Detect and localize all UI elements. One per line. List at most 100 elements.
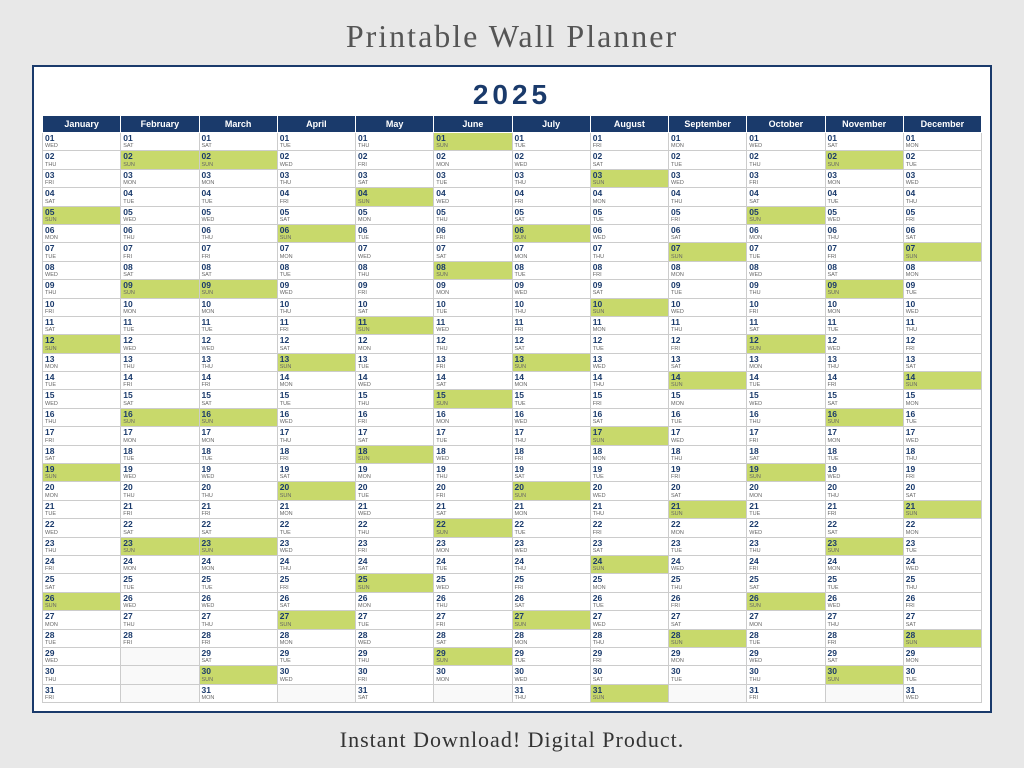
day-of-week: SAT bbox=[906, 493, 979, 499]
day-number: 08 bbox=[593, 263, 666, 272]
day-of-week: TUE bbox=[906, 548, 979, 554]
month-header-sep: September bbox=[669, 116, 747, 133]
calendar-cell: 05WED bbox=[121, 206, 199, 224]
day-of-week: SAT bbox=[202, 658, 275, 664]
calendar-cell: 09THU bbox=[747, 280, 825, 298]
day-of-week: TUE bbox=[906, 162, 979, 168]
day-of-week: SAT bbox=[280, 474, 353, 480]
calendar-cell: 04THU bbox=[903, 188, 981, 206]
day-of-week: THU bbox=[749, 548, 822, 554]
calendar-cell: 24TUE bbox=[434, 555, 512, 573]
day-of-week: SAT bbox=[45, 199, 118, 205]
day-number: 13 bbox=[828, 355, 901, 364]
day-of-week: MON bbox=[515, 640, 588, 646]
calendar-cell: 23THU bbox=[43, 537, 121, 555]
calendar-cell: 11TUE bbox=[199, 316, 277, 334]
calendar-cell: 21FRI bbox=[825, 500, 903, 518]
day-number: 18 bbox=[671, 447, 744, 456]
day-number: 16 bbox=[515, 410, 588, 419]
calendar-cell: 01FRI bbox=[590, 133, 668, 151]
day-number: 06 bbox=[671, 226, 744, 235]
day-of-week: FRI bbox=[671, 217, 744, 223]
day-number: 19 bbox=[202, 465, 275, 474]
day-number: 12 bbox=[671, 336, 744, 345]
day-number: 21 bbox=[123, 502, 196, 511]
day-number: 13 bbox=[123, 355, 196, 364]
calendar-cell: 16WED bbox=[277, 408, 355, 426]
day-number: 22 bbox=[202, 520, 275, 529]
calendar-cell: 21TUE bbox=[747, 500, 825, 518]
calendar-row: 20MON20THU20THU20SUN20TUE20FRI20SUN20WED… bbox=[43, 482, 982, 500]
calendar-row: 28TUE28FRI28FRI28MON28WED28SAT28MON28THU… bbox=[43, 629, 982, 647]
calendar-cell: 19SAT bbox=[277, 464, 355, 482]
day-of-week: FRI bbox=[280, 199, 353, 205]
calendar-cell: 13SAT bbox=[669, 353, 747, 371]
day-of-week: THU bbox=[358, 530, 431, 536]
calendar-cell: 01WED bbox=[747, 133, 825, 151]
day-number: 24 bbox=[828, 557, 901, 566]
day-of-week: SUN bbox=[45, 217, 118, 223]
day-of-week: TUE bbox=[280, 143, 353, 149]
day-of-week: SUN bbox=[45, 346, 118, 352]
calendar-cell: 26WED bbox=[121, 592, 199, 610]
day-of-week: THU bbox=[593, 254, 666, 260]
day-of-week: FRI bbox=[202, 511, 275, 517]
calendar-cell: 29WED bbox=[747, 647, 825, 665]
day-of-week: MON bbox=[749, 493, 822, 499]
calendar-cell: 14THU bbox=[590, 372, 668, 390]
calendar-cell: 03FRI bbox=[747, 169, 825, 187]
day-number: 08 bbox=[202, 263, 275, 272]
calendar-cell: 12WED bbox=[825, 335, 903, 353]
calendar-cell: 09WED bbox=[277, 280, 355, 298]
calendar-cell: 12WED bbox=[199, 335, 277, 353]
day-of-week: WED bbox=[906, 180, 979, 186]
calendar-cell: 02TUE bbox=[903, 151, 981, 169]
day-number: 05 bbox=[828, 208, 901, 217]
calendar-cell: 28MON bbox=[277, 629, 355, 647]
day-number: 29 bbox=[280, 649, 353, 658]
day-of-week: SUN bbox=[515, 364, 588, 370]
calendar-cell: 20THU bbox=[825, 482, 903, 500]
day-number: 15 bbox=[45, 391, 118, 400]
day-number: 18 bbox=[280, 447, 353, 456]
calendar-cell: 31MON bbox=[199, 684, 277, 702]
month-header-row: January February March April May June Ju… bbox=[43, 116, 982, 133]
day-number: 16 bbox=[358, 410, 431, 419]
day-number: 19 bbox=[749, 465, 822, 474]
day-number: 05 bbox=[593, 208, 666, 217]
day-of-week: FRI bbox=[358, 290, 431, 296]
day-of-week: WED bbox=[358, 254, 431, 260]
day-of-week: WED bbox=[515, 290, 588, 296]
day-number: 03 bbox=[515, 171, 588, 180]
day-number: 27 bbox=[515, 612, 588, 621]
calendar-cell: 02TUE bbox=[669, 151, 747, 169]
calendar-cell: 21FRI bbox=[199, 500, 277, 518]
calendar-cell: 18FRI bbox=[277, 445, 355, 463]
calendar-cell: 30TUE bbox=[669, 666, 747, 684]
day-of-week: THU bbox=[515, 309, 588, 315]
calendar-cell: 08MON bbox=[669, 261, 747, 279]
day-of-week: SAT bbox=[436, 254, 509, 260]
calendar-cell: 26SAT bbox=[512, 592, 590, 610]
calendar-cell: 26WED bbox=[199, 592, 277, 610]
calendar-cell: 04SAT bbox=[747, 188, 825, 206]
calendar-cell: 29SUN bbox=[434, 647, 512, 665]
day-of-week: SUN bbox=[280, 493, 353, 499]
calendar-cell: 14FRI bbox=[199, 372, 277, 390]
day-of-week: WED bbox=[828, 217, 901, 223]
day-of-week: SUN bbox=[45, 603, 118, 609]
calendar-cell: 08WED bbox=[747, 261, 825, 279]
calendar-row: 25SAT25TUE25TUE25FRI25SUN25WED25FRI25MON… bbox=[43, 574, 982, 592]
calendar-cell: 10MON bbox=[825, 298, 903, 316]
day-of-week: SUN bbox=[123, 290, 196, 296]
day-number: 27 bbox=[593, 612, 666, 621]
day-number: 14 bbox=[436, 373, 509, 382]
day-number: 16 bbox=[593, 410, 666, 419]
day-number: 16 bbox=[123, 410, 196, 419]
day-of-week: TUE bbox=[280, 530, 353, 536]
day-number: 30 bbox=[749, 667, 822, 676]
day-number: 23 bbox=[593, 539, 666, 548]
day-of-week: MON bbox=[828, 566, 901, 572]
day-number: 21 bbox=[906, 502, 979, 511]
calendar-cell: 14MON bbox=[277, 372, 355, 390]
